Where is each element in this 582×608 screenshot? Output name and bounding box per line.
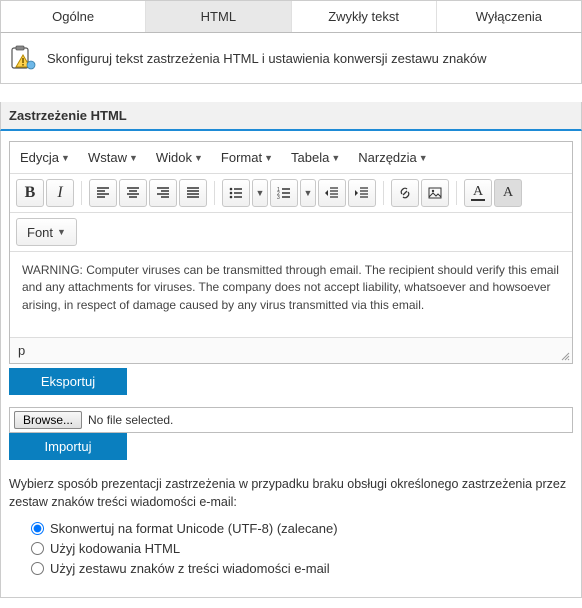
font-toolbar: Font ▼	[10, 213, 572, 252]
caret-icon: ▼	[331, 153, 340, 163]
toolbar-separator	[456, 181, 457, 205]
caret-icon: ▼	[129, 153, 138, 163]
charset-help-text: Wybierz sposób prezentacji zastrzeżenia …	[9, 476, 573, 511]
menu-table-label: Tabela	[291, 150, 329, 165]
menu-tools[interactable]: Narzędzia▼	[358, 150, 427, 165]
editor-menubar: Edycja▼ Wstaw▼ Widok▼ Format▼ Tabela▼ Na…	[10, 142, 572, 174]
clipboard-warning-icon	[9, 45, 37, 71]
align-right-button[interactable]	[149, 179, 177, 207]
caret-icon: ▼	[264, 153, 273, 163]
radio-body-charset-label: Użyj zestawu znaków z treści wiadomości …	[50, 561, 330, 576]
toolbar-separator	[383, 181, 384, 205]
radio-html-encoding-label: Użyj kodowania HTML	[50, 541, 180, 556]
menu-view-label: Widok	[156, 150, 192, 165]
caret-icon: ▼	[194, 153, 203, 163]
caret-icon: ▼	[419, 153, 428, 163]
menu-edit-label: Edycja	[20, 150, 59, 165]
info-banner: Skonfiguruj tekst zastrzeżenia HTML i us…	[0, 33, 582, 84]
align-center-button[interactable]	[119, 179, 147, 207]
export-button[interactable]: Eksportuj	[9, 368, 127, 395]
menu-view[interactable]: Widok▼	[156, 150, 203, 165]
editor-toolbar: B I ▼ 123 ▼	[10, 174, 572, 213]
menu-edit[interactable]: Edycja▼	[20, 150, 70, 165]
radio-utf8-input[interactable]	[31, 522, 44, 535]
menu-format-label: Format	[221, 150, 262, 165]
caret-icon: ▼	[256, 188, 265, 198]
italic-button[interactable]: I	[46, 179, 74, 207]
radio-body-charset[interactable]: Użyj zestawu znaków z treści wiadomości …	[31, 561, 573, 576]
section-title: Zastrzeżenie HTML	[0, 102, 582, 131]
resize-grip-icon[interactable]	[558, 349, 570, 361]
editor-content[interactable]: WARNING: Computer viruses can be transmi…	[10, 252, 572, 337]
tab-general[interactable]: Ogólne	[1, 1, 146, 32]
element-path[interactable]: p	[18, 343, 25, 358]
caret-icon: ▼	[57, 227, 66, 237]
image-button[interactable]	[421, 179, 449, 207]
browse-button[interactable]: Browse...	[14, 411, 82, 429]
svg-text:3: 3	[277, 195, 280, 201]
toolbar-separator	[81, 181, 82, 205]
radio-html-encoding[interactable]: Użyj kodowania HTML	[31, 541, 573, 556]
caret-icon: ▼	[304, 188, 313, 198]
numbered-list-button[interactable]: 123	[270, 179, 298, 207]
radio-body-charset-input[interactable]	[31, 562, 44, 575]
outdent-button[interactable]	[318, 179, 346, 207]
font-label: Font	[27, 225, 53, 240]
bullet-list-button[interactable]	[222, 179, 250, 207]
link-button[interactable]	[391, 179, 419, 207]
tab-exclusions[interactable]: Wyłączenia	[437, 1, 581, 32]
font-select[interactable]: Font ▼	[16, 218, 77, 246]
menu-insert-label: Wstaw	[88, 150, 127, 165]
file-picker: Browse... No file selected.	[9, 407, 573, 433]
file-status-label: No file selected.	[88, 413, 173, 427]
caret-icon: ▼	[61, 153, 70, 163]
toolbar-separator	[214, 181, 215, 205]
tab-html[interactable]: HTML	[146, 1, 291, 32]
text-color-button[interactable]: A	[464, 179, 492, 207]
radio-utf8[interactable]: Skonwertuj na format Unicode (UTF-8) (za…	[31, 521, 573, 536]
menu-format[interactable]: Format▼	[221, 150, 273, 165]
menu-insert[interactable]: Wstaw▼	[88, 150, 138, 165]
tab-bar: Ogólne HTML Zwykły tekst Wyłączenia	[0, 0, 582, 33]
align-left-button[interactable]	[89, 179, 117, 207]
radio-utf8-label: Skonwertuj na format Unicode (UTF-8) (za…	[50, 521, 338, 536]
indent-button[interactable]	[348, 179, 376, 207]
editor-section: Edycja▼ Wstaw▼ Widok▼ Format▼ Tabela▼ Na…	[0, 131, 582, 598]
charset-radio-group: Skonwertuj na format Unicode (UTF-8) (za…	[9, 521, 573, 576]
import-button[interactable]: Importuj	[9, 433, 127, 460]
bold-button[interactable]: B	[16, 179, 44, 207]
menu-table[interactable]: Tabela▼	[291, 150, 340, 165]
menu-tools-label: Narzędzia	[358, 150, 417, 165]
info-text: Skonfiguruj tekst zastrzeżenia HTML i us…	[47, 51, 487, 66]
rich-text-editor: Edycja▼ Wstaw▼ Widok▼ Format▼ Tabela▼ Na…	[9, 141, 573, 364]
radio-html-encoding-input[interactable]	[31, 542, 44, 555]
background-color-button[interactable]: A	[494, 179, 522, 207]
numbered-list-menu-button[interactable]: ▼	[300, 179, 316, 207]
align-justify-button[interactable]	[179, 179, 207, 207]
bullet-list-menu-button[interactable]: ▼	[252, 179, 268, 207]
tab-plain-text[interactable]: Zwykły tekst	[292, 1, 437, 32]
editor-statusbar: p	[10, 337, 572, 363]
